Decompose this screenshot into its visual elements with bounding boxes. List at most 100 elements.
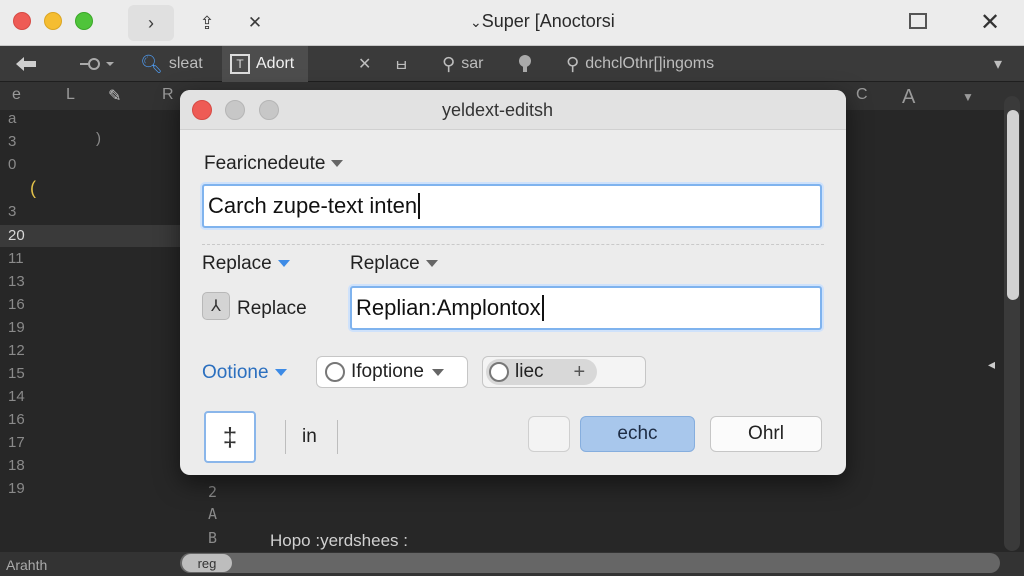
replace-dropdown[interactable]: Replace	[350, 253, 438, 275]
tab-close-icon[interactable]: ✕	[358, 46, 371, 82]
text-cursor	[418, 193, 421, 219]
text-cursor	[541, 295, 544, 321]
replace-input[interactable]: Replian:Amplontox	[350, 286, 822, 330]
replace-input-value: Replian:Amplontox	[356, 295, 541, 320]
line-number: 17	[8, 434, 25, 451]
search-icon: 🔍︎	[140, 53, 163, 74]
line-number: 0	[8, 156, 17, 173]
bracket-marker: (	[30, 178, 36, 198]
search-tool[interactable]: 🔍︎ sleat	[140, 46, 203, 82]
find-mode-dropdown[interactable]: Fearicnedeute	[204, 153, 344, 175]
find-tool-label: sar	[461, 55, 484, 72]
chevron-right-icon[interactable]: ›	[128, 5, 174, 41]
vertical-scroll-thumb[interactable]	[1007, 110, 1019, 300]
chevron-down-icon	[431, 368, 444, 376]
line-number: 19	[8, 319, 25, 336]
chevron-down-icon	[331, 160, 344, 168]
chevron-down-icon	[274, 369, 287, 377]
option-select-label: Ifoptione	[351, 361, 424, 382]
replace-mode-label: Replace	[202, 253, 272, 274]
line-number: A	[208, 505, 218, 523]
replace-dropdown-label: Replace	[350, 253, 420, 274]
window-titlebar: › ⇪ ✕ ⌄Super [Anoctorsi ✕	[0, 0, 1024, 46]
side-arrow-icon[interactable]: ◂	[988, 356, 995, 373]
line-number: 2	[208, 483, 218, 501]
fold-marker[interactable]: )	[96, 130, 101, 147]
find-replace-dialog: yeldext-editsh Fearicnedeute Carch zupe-…	[180, 90, 846, 475]
chevron-down-icon	[425, 260, 438, 268]
back-arrow-icon[interactable]	[14, 46, 38, 82]
line-number: 3	[8, 203, 17, 220]
line-number: a	[8, 110, 17, 127]
code-area: 2 A B Hopo :yerdshees :	[180, 475, 1000, 551]
maximize-icon[interactable]	[909, 13, 927, 29]
line-number: 18	[8, 457, 25, 474]
line-number-gutter: a 3 0 ( 3 20 11 13 16 19 12 15 14 16 17 …	[0, 110, 101, 552]
dialog-close-light[interactable]	[192, 100, 212, 120]
search-tool-label: sleat	[168, 55, 203, 72]
option-chip-pill[interactable]: liec +	[486, 359, 598, 385]
line-number: 16	[8, 296, 25, 313]
window-minimize-light[interactable]	[44, 12, 62, 30]
radio-icon[interactable]	[325, 362, 345, 382]
tab-adort[interactable]: T Adort	[222, 46, 309, 82]
dialog-title: yeldext-editsh	[442, 100, 554, 120]
line-number: 16	[8, 411, 25, 428]
chevron-down-icon[interactable]: ⌄	[470, 14, 482, 30]
dialog-minimize-light[interactable]	[225, 100, 245, 120]
line-number: 15	[8, 365, 25, 382]
window-title: ⌄Super [Anoctorsi	[470, 11, 615, 32]
separator	[337, 420, 338, 454]
horizontal-scrollbar[interactable]	[180, 553, 1000, 573]
commit-dropdown-icon[interactable]	[80, 46, 114, 82]
search-settings-icon: ⚲	[566, 53, 580, 74]
close-window-icon[interactable]: ✕	[980, 8, 1000, 37]
pin-icon[interactable]	[516, 46, 534, 82]
blank-button[interactable]	[528, 416, 570, 452]
close-tab-icon[interactable]: ✕	[240, 5, 270, 41]
text-box-icon: T	[230, 54, 250, 74]
settings-search-label: dchclOthr[]ingoms	[585, 55, 715, 72]
chevron-down-icon	[277, 260, 290, 268]
share-icon[interactable]: ⇪	[190, 5, 224, 41]
line-number: 20	[8, 227, 25, 244]
line-number: 14	[8, 388, 25, 405]
options-label: Ootione	[202, 362, 269, 383]
pen-icon[interactable]: ✎	[108, 86, 121, 106]
horizontal-scroll-thumb[interactable]: reg	[182, 554, 232, 572]
find-input-value: Carch zupe-text inten	[208, 193, 418, 218]
divider	[202, 244, 824, 245]
replace-toggle-label: Replace	[237, 298, 307, 319]
window-zoom-light[interactable]	[75, 12, 93, 30]
dropdown-arrow-icon[interactable]: ▾	[994, 46, 1002, 82]
settings-search-tool[interactable]: ⚲ dchclOthr[]ingoms	[566, 46, 714, 82]
find-input[interactable]: Carch zupe-text inten	[202, 184, 822, 228]
subbar-item[interactable]: L	[66, 86, 75, 104]
magnifier-icon: ⚲	[442, 53, 456, 74]
option-chip[interactable]: liec +	[482, 356, 646, 388]
code-line[interactable]: Hopo :yerdshees :	[270, 531, 408, 551]
subbar-item[interactable]: R	[162, 86, 174, 104]
plus-icon[interactable]: +	[574, 361, 586, 384]
find-tool[interactable]: ⚲ sar	[442, 46, 483, 82]
subbar-item[interactable]: C	[856, 86, 868, 104]
subbar-item[interactable]: e	[12, 86, 21, 104]
window-title-text: Super [Anoctorsi	[481, 11, 615, 31]
radio-icon	[489, 362, 509, 382]
hash-icon[interactable]: ㅂ	[394, 46, 409, 82]
dialog-zoom-light[interactable]	[259, 100, 279, 120]
dialog-titlebar: yeldext-editsh	[180, 90, 846, 130]
replace-toggle-icon[interactable]: ⅄	[202, 292, 230, 320]
options-dropdown[interactable]: Ootione	[202, 362, 287, 384]
primary-action-button[interactable]: echc	[580, 416, 695, 452]
secondary-action-button[interactable]: Ohrl	[710, 416, 822, 452]
find-mode-label: Fearicnedeute	[204, 153, 326, 174]
replace-mode-dropdown[interactable]: Replace	[202, 253, 290, 275]
window-close-light[interactable]	[13, 12, 31, 30]
option-chip-label: liec	[515, 361, 544, 382]
chevron-down-icon[interactable]: ▼	[962, 90, 974, 104]
special-insert-button[interactable]: ‡	[204, 411, 256, 463]
in-toggle[interactable]: in	[302, 426, 317, 448]
option-select[interactable]: Ifoptione	[316, 356, 468, 388]
subbar-item[interactable]: A	[902, 86, 915, 109]
